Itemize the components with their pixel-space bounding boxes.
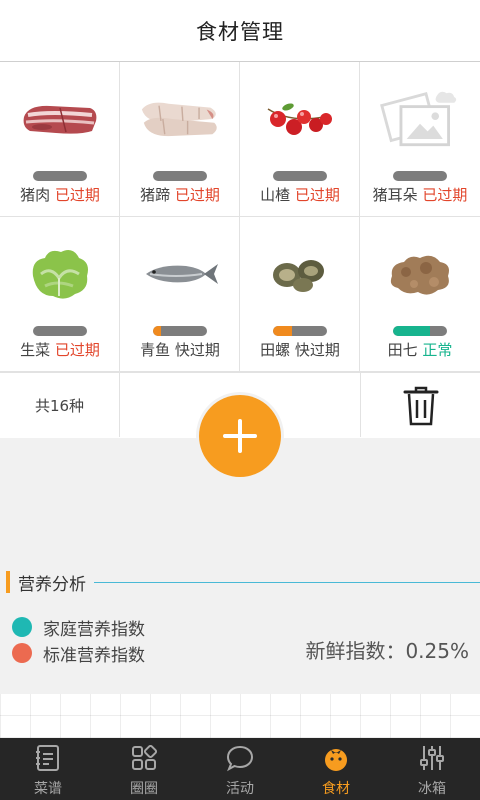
freshness-bar [393, 171, 447, 181]
hawthorn-image [260, 84, 340, 154]
tab-recipes[interactable]: 菜谱 [0, 738, 96, 800]
ingredient-status: 正常 [422, 341, 453, 359]
pork-image [20, 84, 100, 154]
ingredient-card-hawthorn[interactable]: 山楂 已过期 [240, 62, 360, 217]
tab-label: 圈圈 [130, 781, 158, 797]
ingredient-count: 共16种 [0, 373, 120, 437]
freshness-bar [153, 171, 207, 181]
ingredient-name: 田七 [387, 341, 418, 359]
ingredient-name: 生菜 [20, 341, 51, 359]
ingredient-status: 快过期 [174, 341, 220, 359]
freshness-bar [153, 326, 207, 336]
tab-ingredients[interactable]: 食材 [288, 738, 384, 800]
freshness-bar-fill [273, 326, 292, 336]
sliders-icon [418, 744, 446, 772]
plus-icon [223, 419, 257, 453]
trotters-image [140, 84, 220, 154]
tomato-icon [322, 744, 350, 772]
lettuce-image [20, 239, 100, 309]
ingredient-name: 猪耳朵 [372, 186, 418, 204]
ingredient-card-trotters[interactable]: 猪蹄 已过期 [120, 62, 240, 217]
freshness-bar-fill [393, 326, 430, 336]
page-title: 食材管理 [196, 19, 284, 44]
ingredient-name: 猪蹄 [140, 186, 171, 204]
tab-label: 食材 [322, 781, 350, 797]
tab-fridge[interactable]: 冰箱 [384, 738, 480, 800]
section-marker [6, 571, 10, 593]
legend-label: 家庭营养指数 [43, 619, 145, 640]
legend-item-standard: 标准营养指数 [12, 640, 145, 666]
legend-label: 标准营养指数 [43, 645, 145, 666]
ingredient-card-sanqi[interactable]: 田七 正常 [360, 217, 480, 372]
ingredient-status: 已过期 [54, 186, 100, 204]
ingredient-name: 青鱼 [140, 341, 171, 359]
title-bar: 食材管理 [0, 0, 480, 62]
delete-button[interactable] [360, 373, 480, 437]
ingredient-status: 已过期 [174, 186, 220, 204]
freshness-bar [33, 326, 87, 336]
ingredient-status: 已过期 [294, 186, 340, 204]
tab-circles[interactable]: 圈圈 [96, 738, 192, 800]
ginseng-root-image [380, 239, 460, 309]
snail-image [260, 239, 340, 309]
trash-icon [403, 386, 438, 426]
freshness-index: 新鲜指数：0.25% [305, 639, 469, 663]
ingredient-status: 快过期 [294, 341, 340, 359]
ingredient-status: 已过期 [54, 341, 100, 359]
ingredient-card-pig-ear[interactable]: 猪耳朵 已过期 [360, 62, 480, 217]
ingredient-card-lettuce[interactable]: 生菜 已过期 [0, 217, 120, 372]
analysis-header: 营养分析 [6, 570, 480, 595]
circles-icon [130, 744, 158, 772]
freshness-bar-fill [153, 326, 162, 336]
freshness-bar [273, 171, 327, 181]
ingredient-status: 已过期 [422, 186, 468, 204]
ingredient-name: 山楂 [260, 186, 291, 204]
ingredient-name: 田螺 [260, 341, 291, 359]
recipe-book-icon [34, 744, 62, 772]
legend-dot [12, 643, 32, 663]
divider [94, 581, 480, 583]
ingredient-grid: 猪肉 已过期 猪蹄 已过期 山楂 已过期 猪耳朵 已过期 生菜 已过期 青鱼 快… [0, 62, 480, 372]
freshness-bar [273, 326, 327, 336]
legend-dot [12, 617, 32, 637]
add-ingredient-button[interactable] [199, 395, 281, 477]
analysis-title: 营养分析 [18, 574, 86, 595]
freshness-bar [393, 326, 447, 336]
legend: 家庭营养指数 标准营养指数 [12, 614, 145, 666]
freshness-bar [33, 171, 87, 181]
tab-label: 冰箱 [418, 781, 446, 797]
ingredient-card-fish[interactable]: 青鱼 快过期 [120, 217, 240, 372]
tab-activities[interactable]: 活动 [192, 738, 288, 800]
fish-image [140, 239, 220, 309]
chat-bubble-icon [226, 744, 254, 772]
legend-item-family: 家庭营养指数 [12, 614, 145, 640]
image-placeholder-icon [380, 84, 460, 154]
chart-grid-area [0, 694, 480, 738]
ingredient-card-pork[interactable]: 猪肉 已过期 [0, 62, 120, 217]
tab-label: 菜谱 [34, 781, 62, 797]
ingredient-name: 猪肉 [20, 186, 51, 204]
tab-label: 活动 [226, 781, 254, 797]
ingredient-card-snail[interactable]: 田螺 快过期 [240, 217, 360, 372]
bottom-tab-bar: 菜谱 圈圈 活动 食材 冰箱 [0, 738, 480, 800]
